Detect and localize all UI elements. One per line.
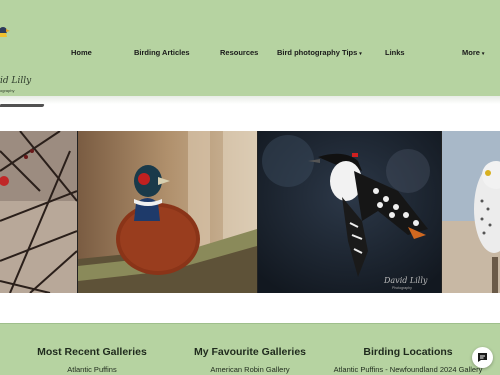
slide-pheasant[interactable] [78,131,257,293]
logo-bird-icon [0,27,10,37]
nav-more[interactable]: More ▾ [462,48,484,57]
chevron-down-icon: ▾ [481,51,485,57]
slide-bird-on-branches[interactable] [0,131,77,293]
footer-heading-birding-locations: Birding Locations [363,346,453,358]
nav-bird-photography-tips-label: Bird photography Tips [277,48,358,57]
site-header: id Lilly ography Home Birding Articles R… [0,0,500,107]
nav-more-label: More [462,48,480,57]
chevron-down-icon: ▾ [359,51,362,57]
nav-resources[interactable]: Resources [220,48,258,57]
logo-subtext: ography [0,88,15,93]
nav-birding-articles[interactable]: Birding Articles [134,48,190,57]
slide-snowy-owl[interactable] [442,131,500,293]
header-shadow [0,96,500,104]
footer-link-american-robin-gallery[interactable]: American Robin Gallery [210,365,289,374]
ring-necked-pheasant-photo [78,131,257,293]
footer-heading-most-recent-galleries: Most Recent Galleries [37,346,147,358]
watermark-subtext: Photography [392,286,412,290]
chat-button[interactable] [472,347,493,368]
footer-link-atlantic-puffins-newfoundland[interactable]: Atlantic Puffins - Newfoundland 2024 Gal… [334,365,483,374]
nav-home[interactable]: Home [71,48,92,57]
slide-woodpecker[interactable]: David Lilly Photography [258,131,441,293]
bird-on-branches-photo [0,131,77,293]
watermark-text: David Lilly [383,276,428,285]
footer-heading-my-favourite-galleries: My Favourite Galleries [193,346,307,358]
downy-woodpecker-photo: David Lilly Photography [258,131,441,293]
snowy-owl-photo [442,131,500,293]
footer-link-atlantic-puffins[interactable]: Atlantic Puffins [67,365,116,374]
nav-links[interactable]: Links [385,48,405,57]
nav-resources-label: Resources [220,48,259,57]
nav-birding-articles-label: Birding Articles [134,48,190,57]
chat-icon [478,353,487,362]
nav-home-label: Home [71,48,92,57]
photo-gallery-strip[interactable]: David Lilly Photography [0,131,500,293]
logo-swoosh [0,104,45,107]
site-logo[interactable]: id Lilly ography [0,20,46,107]
nav-links-label: Links [385,48,405,57]
logo-text: id Lilly [0,76,32,86]
nav-bird-photography-tips[interactable]: Bird photography Tips ▾ [277,48,362,57]
